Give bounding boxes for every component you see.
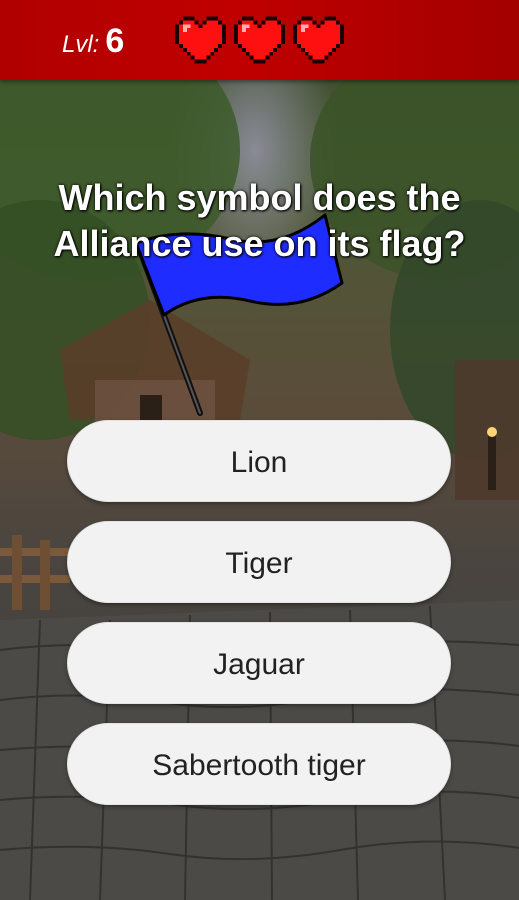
level-label: Lvl: [62,31,100,58]
answer-button[interactable]: Sabertooth tiger [67,723,451,805]
answer-button[interactable]: Jaguar [67,622,451,704]
answer-button[interactable]: Tiger [67,521,451,603]
answer-list: Lion Tiger Jaguar Sabertooth tiger [67,420,451,824]
lives-hearts [175,16,344,64]
answer-button[interactable]: Lion [67,420,451,502]
heart-icon [293,16,344,64]
top-bar: Lvl: 6 [0,0,519,80]
level-indicator: Lvl: 6 [62,22,124,61]
level-value: 6 [105,22,125,60]
question-text: Which symbol does the Alliance use on it… [53,177,466,264]
heart-icon [234,16,285,64]
heart-icon [175,16,226,64]
